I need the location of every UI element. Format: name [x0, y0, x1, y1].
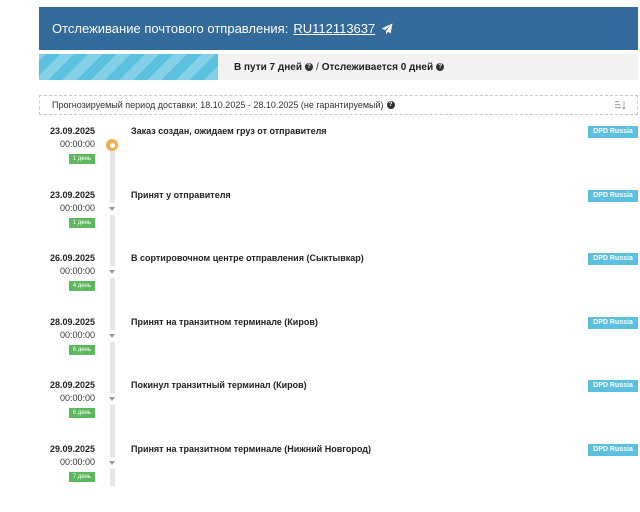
timeline-event: 26.09.2025 00:00:00 4 день В сортировочном … — [0, 253, 640, 313]
carrier-badge: DPD Russia — [588, 380, 638, 392]
progress-bar — [39, 54, 218, 80]
carrier-badge: DPD Russia — [588, 126, 638, 138]
header-label: Отслеживание почтового отправления: — [52, 21, 289, 36]
question-circle-icon[interactable]: ? — [304, 63, 313, 71]
event-days-badge: 6 день — [68, 345, 95, 355]
carrier-badge: DPD Russia — [588, 317, 638, 329]
event-date: 23.09.2025 — [49, 126, 95, 136]
caret-down-icon[interactable] — [106, 393, 118, 405]
event-title: Покинул транзитный терминал (Киров) — [131, 380, 307, 390]
delivery-forecast: Прогнозируемый период доставки: 18.10.20… — [39, 95, 638, 115]
event-date: 28.09.2025 — [49, 317, 95, 327]
carrier-badge: DPD Russia — [588, 444, 638, 456]
question-circle-icon[interactable]: ? — [436, 63, 445, 71]
event-title: В сортировочном центре отправления (Сыкт… — [131, 253, 364, 263]
tracking-number-link[interactable]: RU112113637 — [293, 21, 375, 36]
event-date: 26.09.2025 — [49, 253, 95, 263]
event-days-badge: 6 день — [68, 408, 95, 418]
caret-down-icon[interactable] — [106, 457, 118, 469]
question-circle-icon[interactable]: ? — [386, 101, 395, 109]
tracked-text: Отслеживается 0 дней — [321, 61, 434, 73]
status-text: В пути 7 дней ? / Отслеживается 0 дней ? — [234, 61, 445, 73]
event-date: 28.09.2025 — [49, 380, 95, 390]
timeline-event: 23.09.2025 00:00:00 1 день Принят у отправи… — [0, 190, 640, 250]
tracking-header: Отслеживание почтового отправления: RU11… — [39, 7, 638, 50]
caret-down-icon[interactable] — [106, 330, 118, 342]
event-date: 29.09.2025 — [49, 444, 95, 454]
sort-amount-icon[interactable] — [615, 100, 627, 110]
caret-down-icon[interactable] — [106, 266, 118, 278]
status-bar: В пути 7 дней ? / Отслеживается 0 дней ? — [39, 54, 638, 80]
timeline-event: 28.09.2025 00:00:00 6 день Принят на транзи… — [0, 317, 640, 377]
event-title: Принят на транзитном терминале (Киров) — [131, 317, 318, 327]
event-title: Заказ создан, ожидаем груз от отправител… — [131, 126, 327, 136]
event-time: 00:00:00 — [59, 139, 95, 149]
event-title: Принят на транзитном терминале (Нижний Н… — [131, 444, 371, 454]
event-days-badge: 1 день — [68, 218, 95, 228]
timeline-event: 29.09.2025 00:00:00 7 день Принят на транзи… — [0, 444, 640, 504]
event-time: 00:00:00 — [59, 203, 95, 213]
timeline-event: 28.09.2025 00:00:00 6 день Покинул транзитн… — [0, 380, 640, 440]
event-title: Принят у отправителя — [131, 190, 231, 200]
event-days-badge: 1 день — [68, 154, 95, 164]
circle-marker-icon — [106, 139, 118, 151]
caret-down-icon[interactable] — [106, 203, 118, 215]
event-time: 00:00:00 — [59, 393, 95, 403]
in-transit-text: В пути 7 дней — [234, 61, 302, 73]
event-days-badge: 7 день — [68, 472, 95, 482]
event-time: 00:00:00 — [59, 330, 95, 340]
carrier-badge: DPD Russia — [588, 190, 638, 202]
carrier-badge: DPD Russia — [588, 253, 638, 265]
event-time: 00:00:00 — [59, 457, 95, 467]
paper-plane-icon[interactable] — [381, 23, 393, 35]
event-date: 23.09.2025 — [49, 190, 95, 200]
timeline-event: 23.09.2025 00:00:00 1 день Заказ создан, ож… — [0, 126, 640, 186]
status-separator: / — [315, 61, 319, 73]
event-time: 00:00:00 — [59, 266, 95, 276]
event-days-badge: 4 день — [68, 281, 95, 291]
forecast-text: Прогнозируемый период доставки: 18.10.20… — [52, 100, 384, 110]
